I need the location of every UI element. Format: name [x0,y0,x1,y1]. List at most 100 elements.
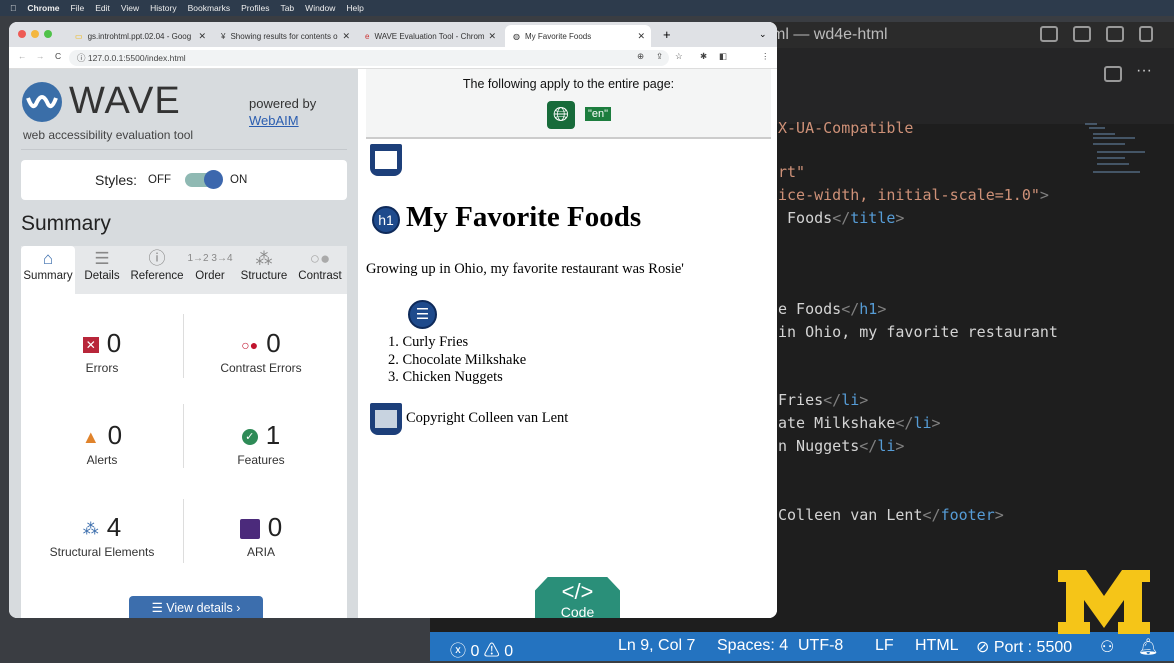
stat-label: Features [237,453,285,467]
maximize-window-button[interactable] [44,30,52,38]
toggle-panel-icon[interactable] [1073,26,1091,42]
menu-bookmarks[interactable]: Bookmarks [188,3,231,13]
tab-label: Summary [23,270,73,282]
code-icon: </> [561,579,594,604]
menu-tab[interactable]: Tab [280,3,294,13]
tab-details[interactable]: ☰ Details [76,246,128,294]
wave-sidebar: WAVE web accessibility evaluation tool p… [9,69,358,618]
stat-value: 0 [106,328,122,358]
h1-badge-icon[interactable]: h1 [372,206,400,234]
back-button[interactable]: ← [18,51,27,61]
bookmark-star-icon[interactable]: ☆ [675,51,683,62]
split-editor-icon[interactable] [1104,66,1122,82]
forward-button[interactable]: → [36,51,45,61]
stat-features[interactable]: ✓ 1 Features [186,420,336,467]
menu-edit[interactable]: Edit [95,3,110,13]
ordered-list-icon[interactable]: ☰ [408,300,437,329]
chrome-menu-icon[interactable]: ⋮ [761,51,770,62]
port-label: Port : 5500 [993,639,1073,656]
code-line: ice-width, initial-scale=1.0"> [778,186,1049,204]
list-item: 1. Curly Fries [388,334,469,350]
page-paragraph: Growing up in Ohio, my favorite restaura… [366,261,684,277]
more-actions-icon[interactable]: ··· [1136,62,1152,80]
tab-search-chevron-icon[interactable]: ⌄ [759,29,767,40]
close-tab-icon[interactable]: ✕ [342,31,350,42]
feature-check-icon: ✓ [241,429,258,446]
code-toggle-button[interactable]: </> Code [535,577,620,618]
stat-label: Structural Elements [49,545,155,559]
new-tab-button[interactable]: + [663,27,671,42]
minimap[interactable] [1085,122,1155,182]
stat-errors[interactable]: ✕ 0 Errors [27,328,177,375]
tab-summary[interactable]: ⌂ Summary [21,246,75,294]
cursor-position[interactable]: Ln 9, Col 7 [618,637,695,655]
browser-tab-search[interactable]: ¥ Showing results for contents o ✕ [213,25,356,47]
menu-profiles[interactable]: Profiles [241,3,269,13]
customize-layout-icon[interactable] [1139,26,1153,42]
tab-label: Contrast [298,270,342,282]
tab-order[interactable]: 1→2 3→4 Order [187,246,233,294]
menu-view[interactable]: View [121,3,139,13]
tab-strip: ▭ gs.introhtml.ppt.02.04 - Goog ✕ ¥ Showing… [9,22,777,47]
list-item: 3. Chicken Nuggets [388,369,503,385]
close-tab-icon[interactable]: ✕ [637,31,645,42]
tab-label: Reference [130,270,184,282]
indentation[interactable]: Spaces: 4 [717,637,788,655]
language-mode[interactable]: HTML [915,637,959,655]
styles-toggle[interactable] [185,170,223,189]
code-line: in Ohio, my favorite restaurant [778,323,1058,341]
tab-reference[interactable]: ⓘ Reference [128,246,186,294]
tab-contrast[interactable]: ○● Contrast [293,246,347,294]
url-input[interactable]: ⓘ 127.0.0.1:5500/index.html [69,50,669,66]
list-icon: ☰ [151,601,167,615]
stat-aria[interactable]: 0 ARIA [186,512,336,559]
notifications-bell-icon[interactable]: 🔔︎ [1138,637,1158,657]
alert-icon: ▲ [81,426,100,447]
info-icon: ⓘ [148,249,166,268]
code-label: Code [560,604,595,618]
header-region-icon[interactable] [370,144,402,176]
problems-indicator[interactable]: ⓧ 0 ⚠ 0 [450,637,513,661]
globe-icon: ◍ [513,31,520,41]
webaim-link[interactable]: WebAIM [249,113,299,128]
close-window-button[interactable] [18,30,26,38]
code-line: X-UA-Compatible [778,119,914,137]
menu-file[interactable]: File [71,3,85,13]
apple-icon[interactable]:  [10,3,16,13]
stat-structural-elements[interactable]: ⁂ 4 Structural Elements [27,512,177,559]
side-panel-icon[interactable]: ◧ [719,51,727,62]
page-footer: Copyright Colleen van Lent [406,410,569,426]
menu-history[interactable]: History [150,3,176,13]
zoom-icon[interactable]: ⊕ [637,51,644,62]
code-line: e Foods</h1> [778,300,887,318]
toggle-secondary-sidebar-icon[interactable] [1106,26,1124,42]
live-server-port[interactable]: ⊘ Port : 5500 [976,637,1072,657]
menu-window[interactable]: Window [305,3,335,13]
reload-button[interactable]: C [55,51,61,61]
tab-structure[interactable]: ⁂ Structure [237,246,291,294]
language-globe-icon[interactable]: 🌐︎ [547,101,575,129]
extensions-icon[interactable]: ✱ [700,51,707,62]
feedback-icon[interactable]: ⚇ [1100,637,1114,657]
stat-alerts[interactable]: ▲ 0 Alerts [27,420,177,467]
minimize-window-button[interactable] [31,30,39,38]
page-heading: My Favorite Foods [406,201,642,233]
view-details-button[interactable]: ☰ View details › [129,596,263,618]
menu-help[interactable]: Help [346,3,363,13]
menu-app[interactable]: Chrome [27,3,59,13]
stat-contrast-errors[interactable]: ○● 0 Contrast Errors [186,328,336,375]
toggle-sidebar-icon[interactable] [1040,26,1058,42]
encoding[interactable]: UTF-8 [798,637,843,655]
tab-title: Showing results for contents o [230,31,338,41]
browser-tab-my-favorite-foods[interactable]: ◍ My Favorite Foods ✕ [505,25,651,47]
close-tab-icon[interactable]: ✕ [198,31,206,42]
tab-label: Order [195,270,225,282]
browser-tab-wave[interactable]: e WAVE Evaluation Tool - Chrom ✕ [357,25,502,47]
browser-tab-slides[interactable]: ▭ gs.introhtml.ppt.02.04 - Goog ✕ [67,25,212,47]
divider [21,149,347,150]
end-of-line[interactable]: LF [875,637,894,655]
footer-region-icon[interactable] [370,403,402,435]
close-tab-icon[interactable]: ✕ [488,31,496,42]
share-icon[interactable]: ⇪ [656,51,663,62]
wave-icon: e [365,31,370,41]
